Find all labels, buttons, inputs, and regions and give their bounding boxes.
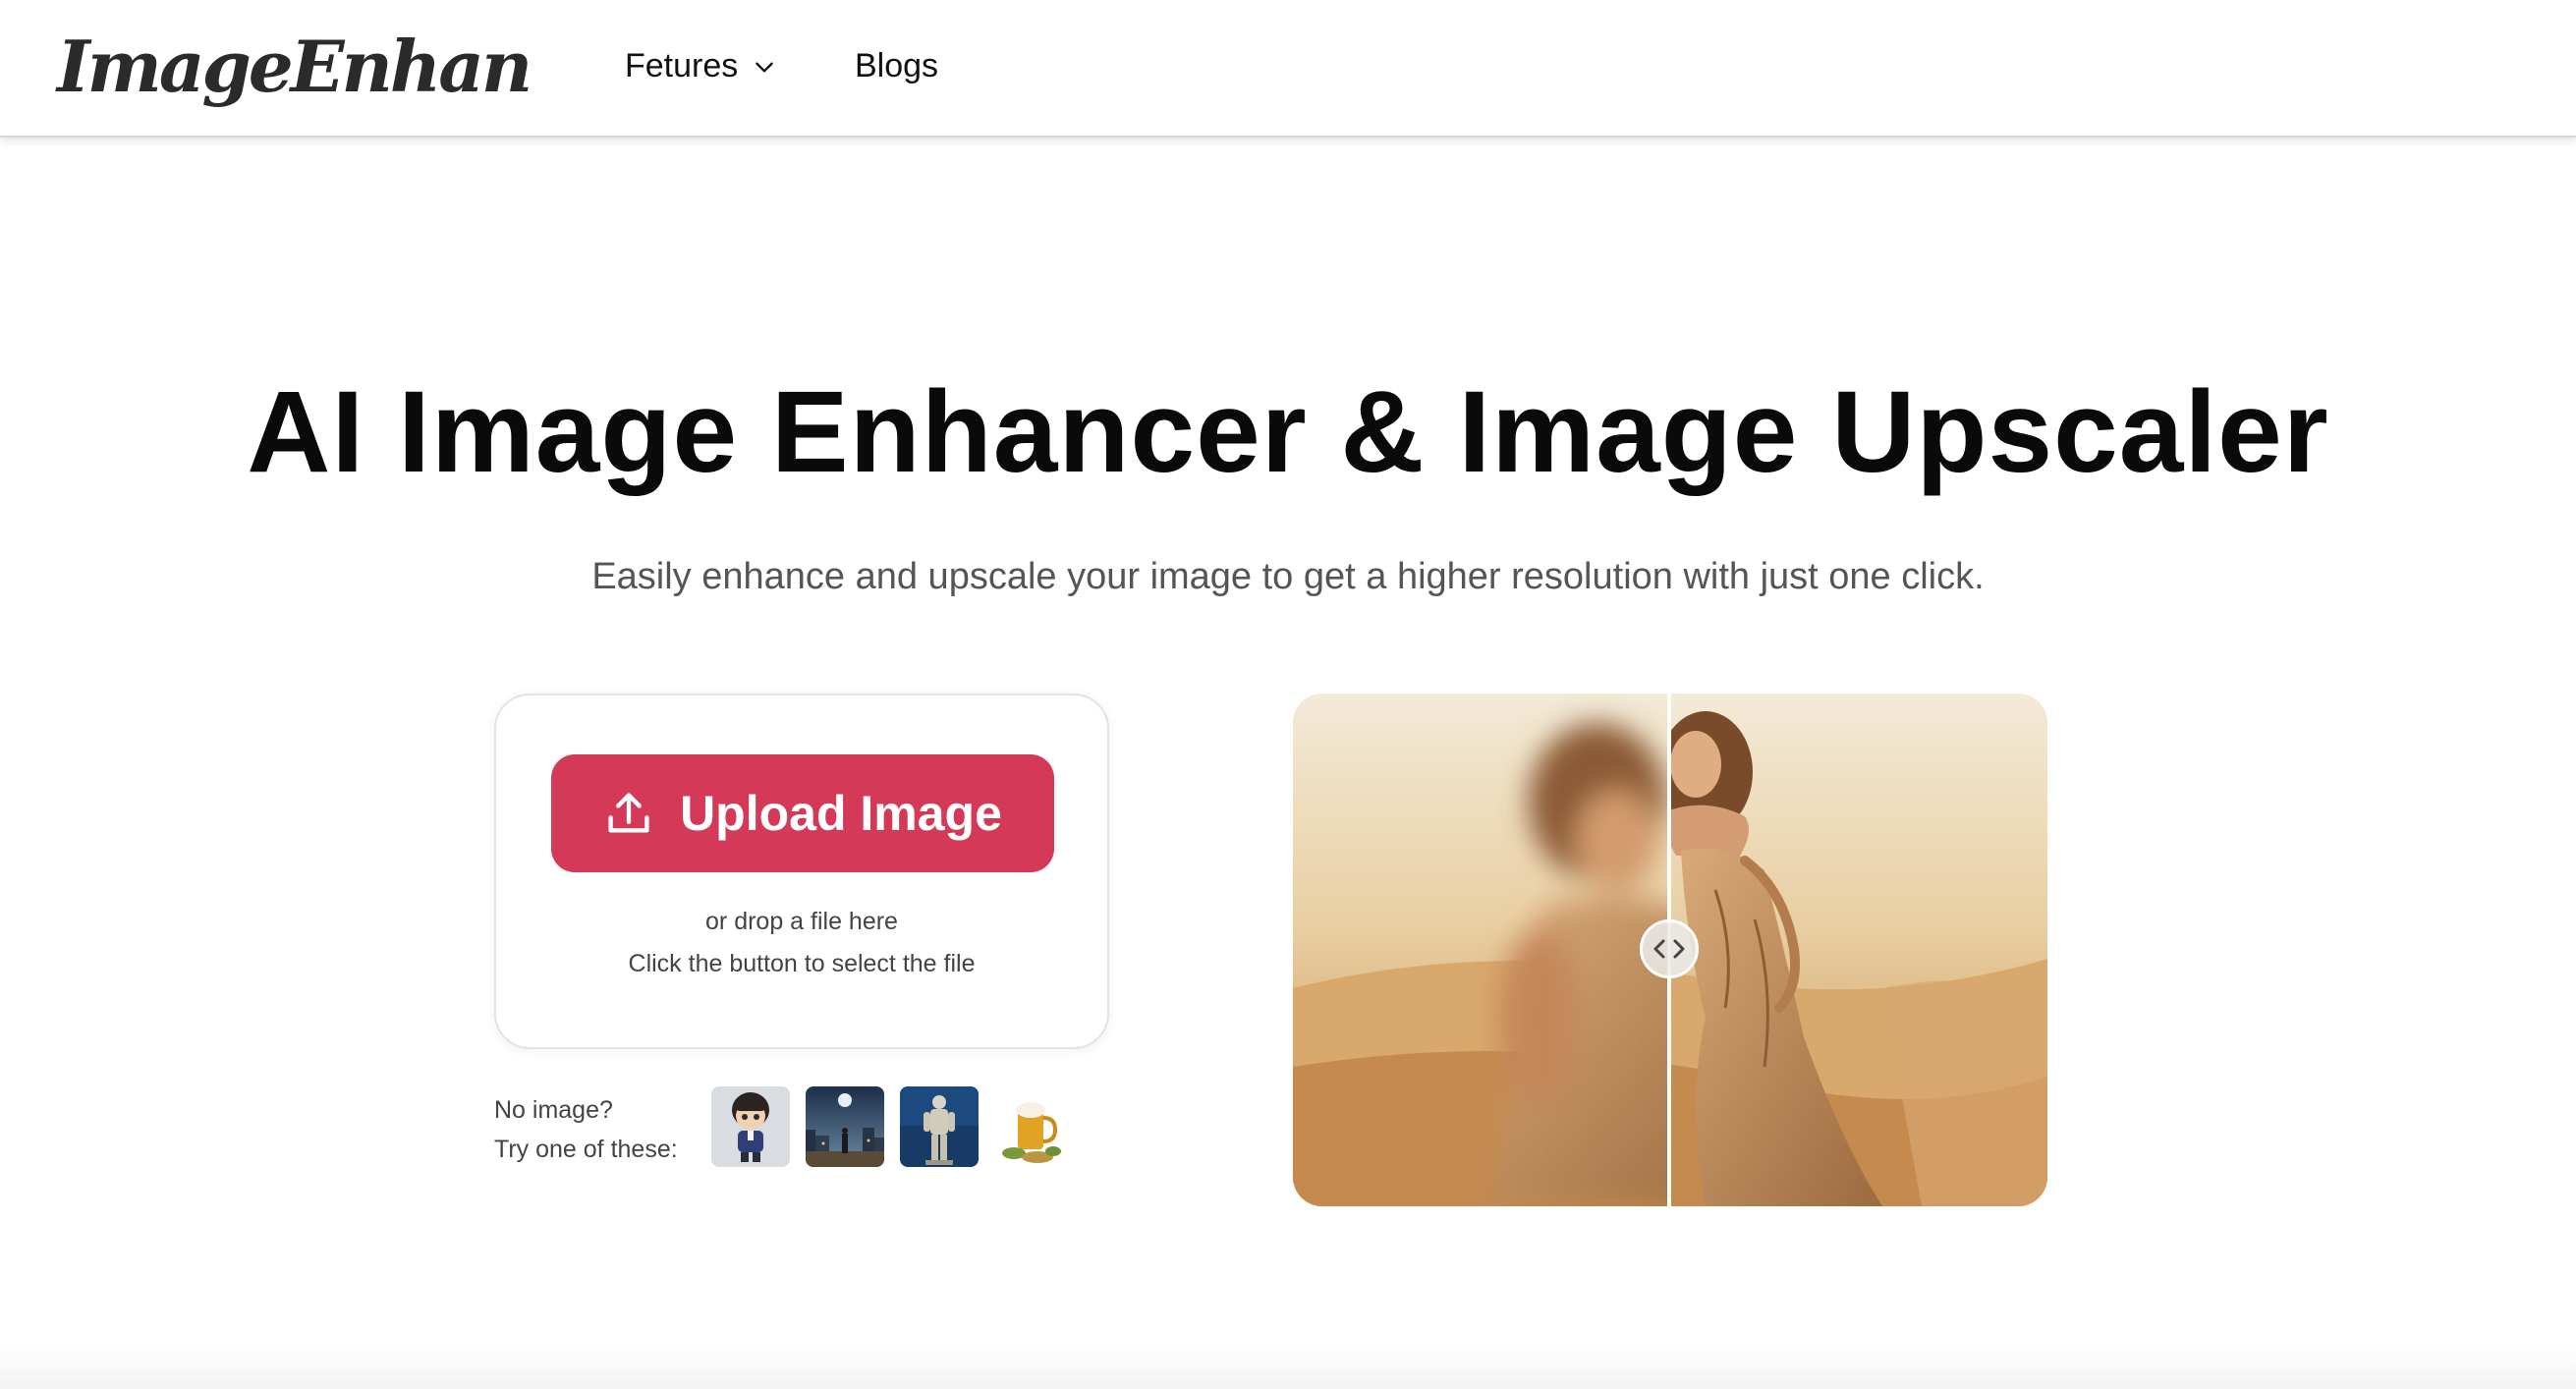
upload-dropzone[interactable]: Upload Image or drop a file here Click t… [494, 694, 1109, 1049]
sample-thumbnail-statue[interactable] [900, 1086, 979, 1167]
sample-thumbnail-beer-mug[interactable] [994, 1086, 1073, 1167]
page-bottom-fade [0, 1346, 2576, 1389]
upload-icon [608, 793, 649, 833]
sample-thumbnail-cartoon-boy[interactable] [711, 1086, 790, 1167]
nav-features-dropdown[interactable]: Fetures [625, 47, 777, 85]
statue-image [900, 1086, 979, 1167]
select-hint: Click the button to select the file [628, 950, 976, 977]
upload-button-label: Upload Image [680, 786, 1002, 841]
sample-images-label: No image? Try one of these: [494, 1090, 678, 1169]
upload-image-button[interactable]: Upload Image [551, 754, 1054, 872]
site-logo[interactable]: ImageEnhan [57, 18, 532, 116]
arrows-horizontal-icon [1653, 939, 1685, 959]
chevron-down-icon [756, 62, 774, 73]
page-subtitle: Easily enhance and upscale your image to… [591, 556, 1985, 597]
sample-thumbnail-night-city[interactable] [806, 1086, 884, 1167]
drop-hint: or drop a file here [705, 908, 898, 935]
nav-blogs-label: Blogs [855, 47, 939, 84]
cartoon-boy-image [711, 1086, 790, 1167]
sample-label-line2: Try one of these: [494, 1136, 678, 1163]
page-title: AI Image Enhancer & Image Upscaler [247, 367, 2329, 497]
before-after-comparison[interactable] [1293, 694, 2047, 1206]
night-city-image [806, 1086, 884, 1167]
site-header: ImageEnhan Fetures Blogs [0, 0, 2576, 138]
beer-mug-image [994, 1086, 1073, 1167]
nav-blogs-link[interactable]: Blogs [855, 47, 938, 85]
nav-features-label: Fetures [625, 47, 739, 84]
sample-label-line1: No image? [494, 1096, 613, 1124]
comparison-slider-handle[interactable] [1640, 919, 1699, 978]
